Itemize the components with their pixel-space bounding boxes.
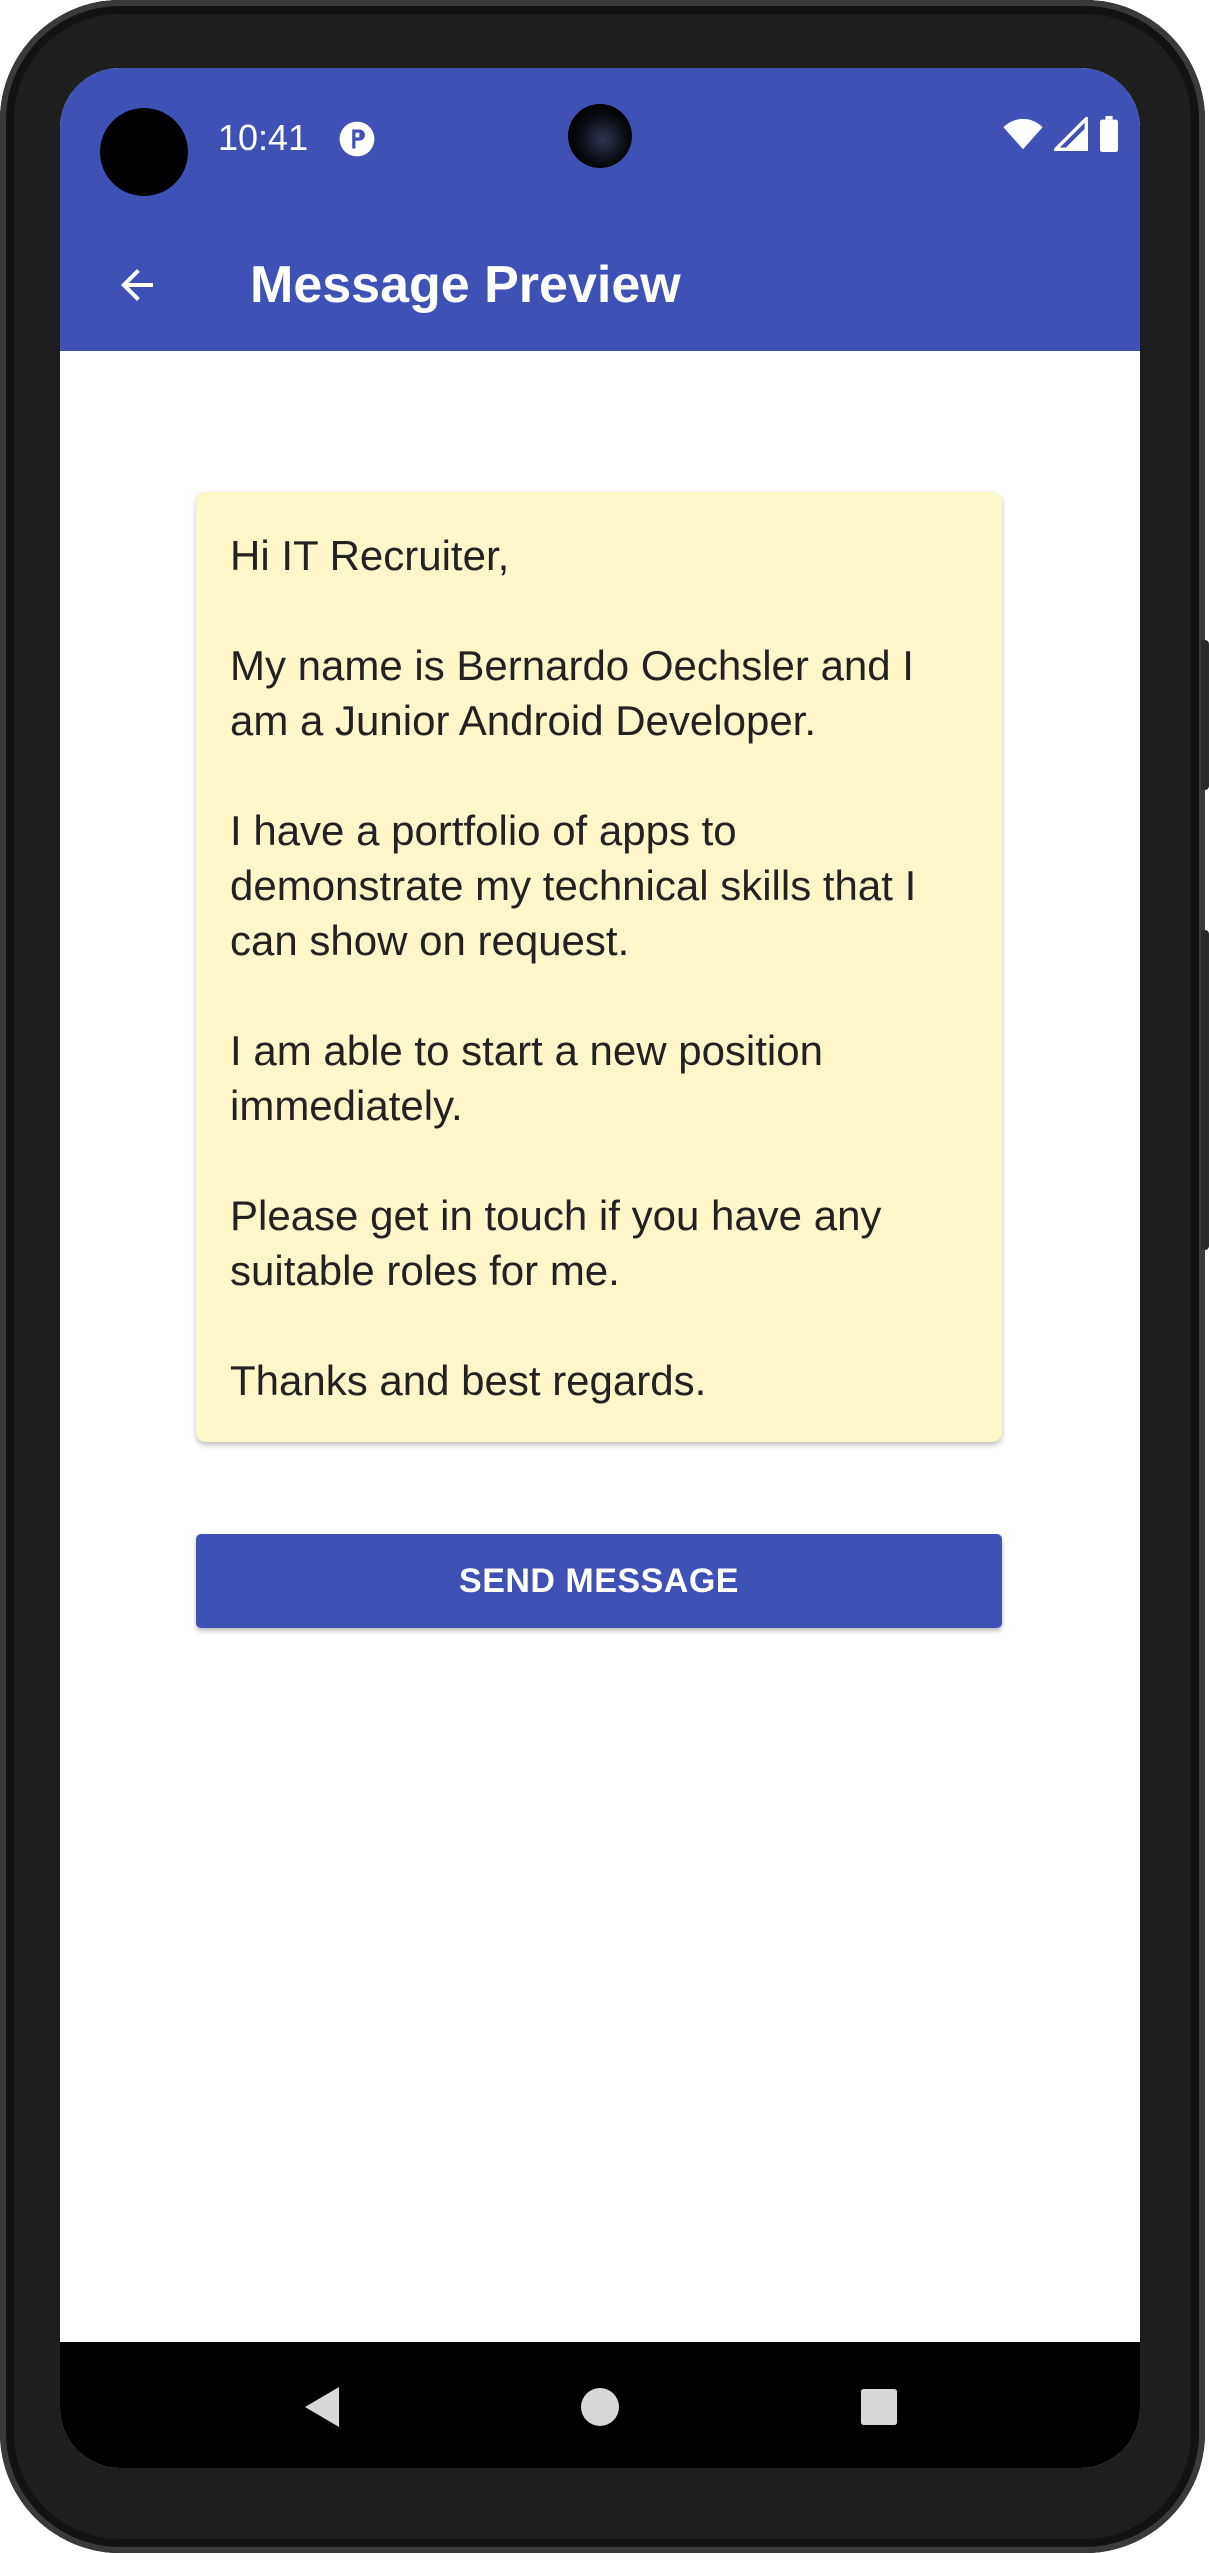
page-title: Message Preview: [250, 256, 681, 314]
back-button[interactable]: [102, 250, 172, 320]
status-icons: [1002, 116, 1120, 152]
arrow-back-icon: [121, 269, 153, 301]
message-card: Hi IT Recruiter, My name is Bernardo Oec…: [196, 492, 1002, 1442]
camera-hole: [100, 108, 188, 196]
front-camera: [568, 104, 632, 168]
message-text: Hi IT Recruiter, My name is Bernardo Oec…: [230, 532, 917, 1404]
back-triangle-icon: [305, 2387, 339, 2427]
status-time: 10:41: [218, 117, 309, 158]
device-frame: 10:41 Message Preview Hi IT Recruiter, M…: [0, 0, 1209, 2553]
nav-back-button[interactable]: [288, 2372, 358, 2442]
volume-button: [1201, 930, 1209, 1250]
wifi-icon: [1003, 118, 1043, 150]
battery-icon: [1100, 116, 1118, 152]
nav-recents-button[interactable]: [844, 2372, 914, 2442]
notification-app-icon: [339, 121, 375, 157]
recents-square-icon: [860, 2388, 898, 2426]
system-nav-bar: [60, 2342, 1140, 2468]
send-message-button[interactable]: SEND MESSAGE: [196, 1534, 1002, 1628]
app-bar: 10:41 Message Preview: [60, 68, 1140, 351]
home-circle-icon: [581, 2388, 619, 2426]
power-button: [1201, 640, 1209, 790]
toolbar: Message Preview: [60, 220, 1140, 351]
signal-icon: [1054, 117, 1088, 151]
screen: 10:41 Message Preview Hi IT Recruiter, M…: [60, 68, 1140, 2468]
nav-home-button[interactable]: [565, 2372, 635, 2442]
